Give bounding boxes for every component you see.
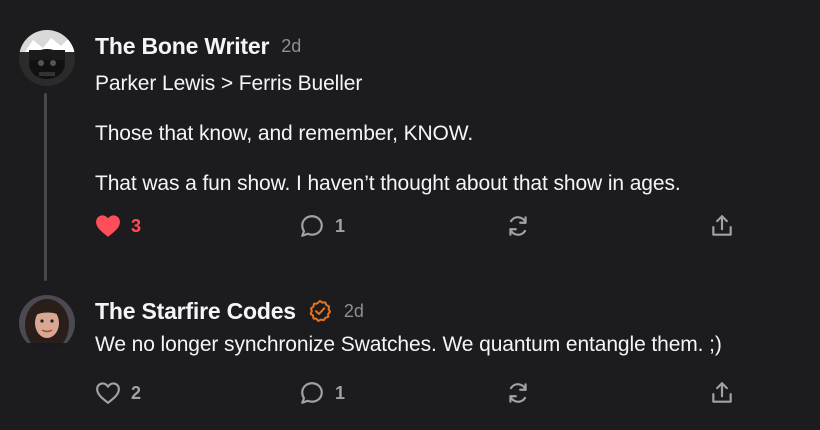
comment-actions: 3 1 bbox=[95, 211, 755, 241]
timestamp[interactable]: 2d bbox=[281, 36, 301, 57]
restack-button[interactable] bbox=[505, 211, 531, 241]
comment-paragraph: Parker Lewis > Ferris Bueller bbox=[95, 72, 363, 95]
comment: The Bone Writer 2d Parker Lewis > Ferris… bbox=[95, 30, 810, 237]
reply-bubble-icon bbox=[299, 380, 325, 406]
comment-header: The Bone Writer 2d bbox=[95, 30, 810, 62]
reply-bubble-icon bbox=[299, 213, 325, 239]
reply-count: 1 bbox=[335, 382, 346, 403]
heart-outline-icon bbox=[95, 381, 121, 405]
thread-line bbox=[44, 93, 47, 281]
avatar[interactable] bbox=[19, 30, 75, 86]
share-button[interactable] bbox=[709, 378, 735, 408]
avatar[interactable] bbox=[19, 295, 75, 351]
comment-header: The Starfire Codes 2d bbox=[95, 295, 810, 327]
comment-paragraph: We no longer synchronize Swatches. We qu… bbox=[95, 333, 722, 356]
like-count: 2 bbox=[131, 382, 142, 403]
like-button[interactable]: 3 bbox=[95, 211, 141, 241]
share-icon bbox=[709, 213, 735, 239]
reply-button[interactable]: 1 bbox=[299, 378, 345, 408]
like-button[interactable]: 2 bbox=[95, 378, 141, 408]
author-name[interactable]: The Bone Writer bbox=[95, 33, 269, 60]
share-icon bbox=[709, 380, 735, 406]
restack-icon bbox=[505, 213, 531, 239]
timestamp[interactable]: 2d bbox=[344, 301, 364, 322]
like-count: 3 bbox=[131, 215, 142, 236]
heart-filled-icon bbox=[95, 214, 121, 238]
reply-button[interactable]: 1 bbox=[299, 211, 345, 241]
reply-count: 1 bbox=[335, 215, 346, 236]
comment: The Starfire Codes 2d We no longer synch… bbox=[95, 295, 810, 404]
restack-icon bbox=[505, 380, 531, 406]
verified-badge-icon bbox=[308, 299, 332, 323]
comment-paragraph: Those that know, and remember, KNOW. bbox=[95, 122, 474, 145]
comment-actions: 2 1 bbox=[95, 378, 755, 408]
restack-button[interactable] bbox=[505, 378, 531, 408]
comment-thread: The Bone Writer 2d Parker Lewis > Ferris… bbox=[0, 0, 820, 430]
comment-paragraph: That was a fun show. I haven’t thought a… bbox=[95, 172, 681, 195]
author-name[interactable]: The Starfire Codes bbox=[95, 298, 296, 325]
share-button[interactable] bbox=[709, 211, 735, 241]
